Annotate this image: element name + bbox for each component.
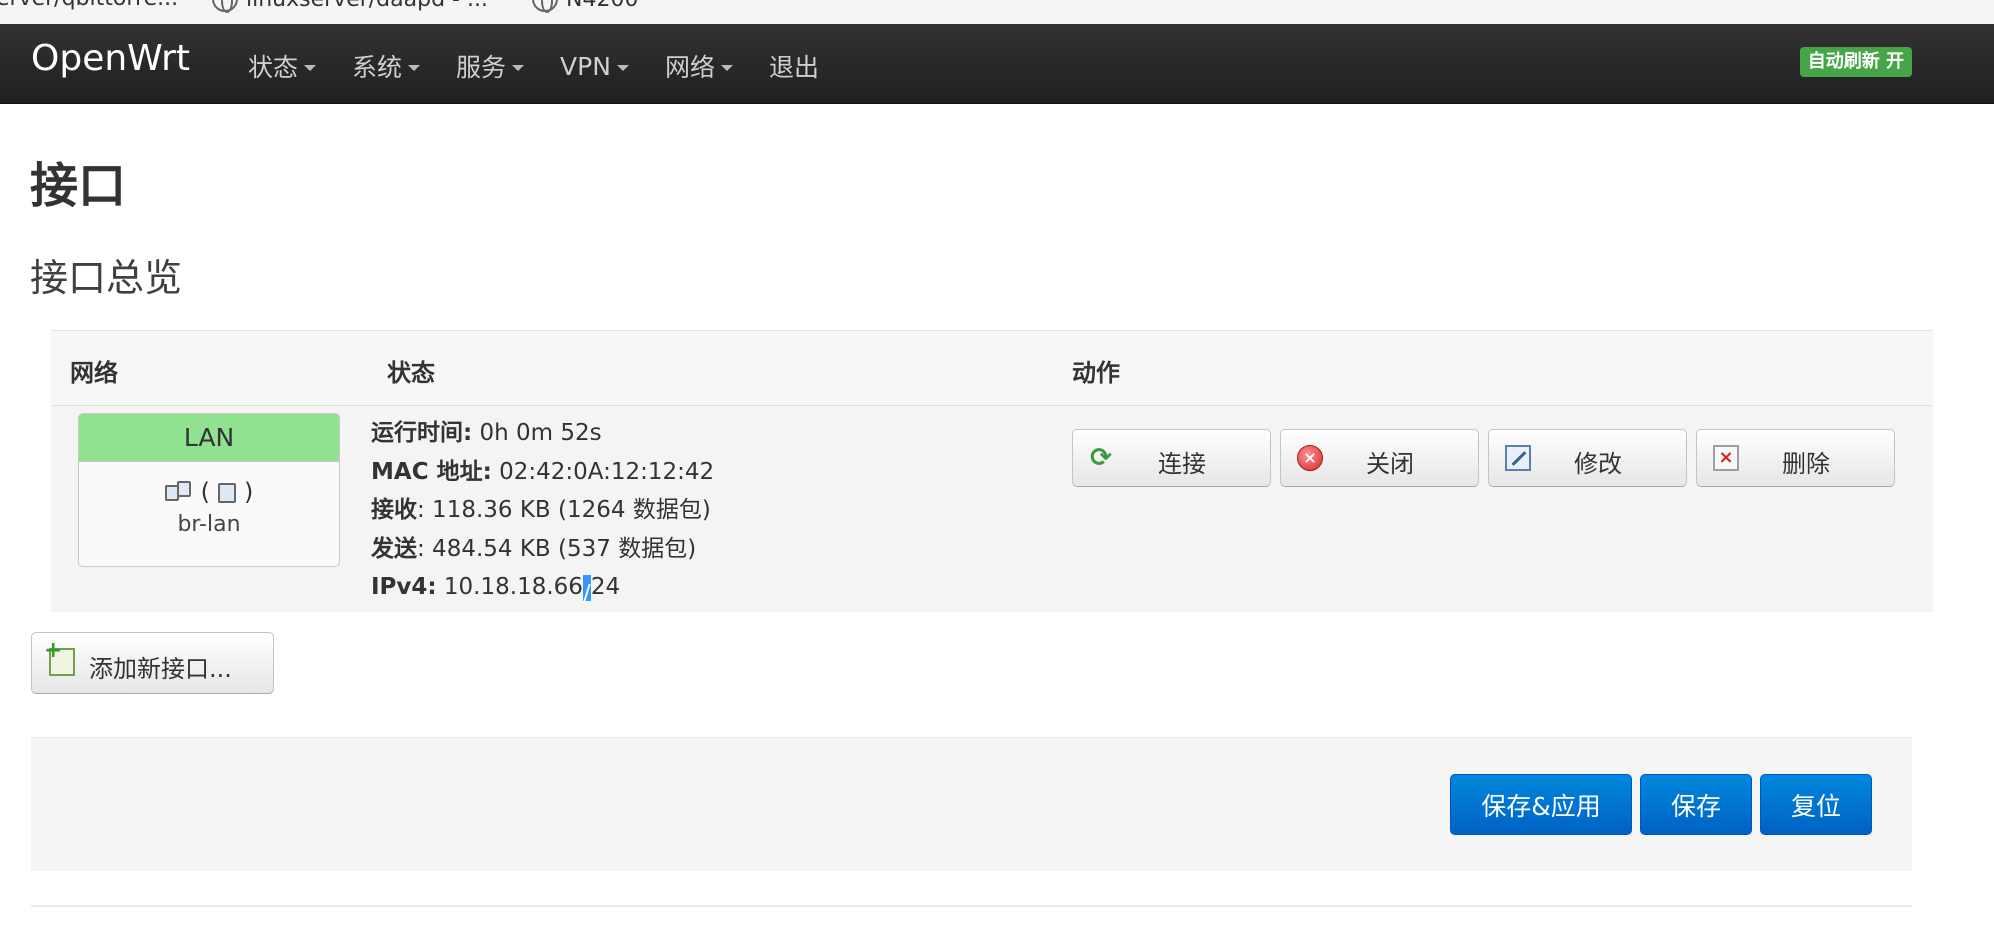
network-badge-lan: LAN ( ) br-lan [78,413,340,567]
caret-down-icon [512,65,525,71]
device-icons: ( ) [79,478,339,506]
main-menu: 状态 系统 服务 VPN 网络 退出 [248,48,855,84]
bookmark-daapd[interactable]: linuxserver/daapd - ... [212,0,488,13]
ipv4-label: IPv4: [371,574,437,600]
bridge-paren: ( [200,478,210,506]
form-actions: 保存&应用 保存 复位 [31,737,1912,871]
interface-status: 运行时间: 0h 0m 52s MAC 地址: 02:42:0A:12:12:4… [371,414,714,607]
bridge-icon [216,479,238,505]
ipv4-prefix: 24 [590,574,621,600]
menu-vpn[interactable]: VPN [560,48,629,84]
rx-value: : 118.36 KB (1264 数据包) [417,497,711,523]
uptime-label: 运行时间: [371,420,473,446]
row-actions: ⟳ 连接 × 关闭 修改 × 删除 [1072,429,1895,487]
caret-down-icon [408,65,421,71]
delete-icon: × [1713,445,1739,471]
globe-icon [212,0,238,13]
bookmark-label: erver/qbittorre... [0,0,178,11]
reload-icon: ⟳ [1090,443,1112,473]
bridge-paren: ) [244,478,254,506]
text-selection: / [582,574,591,607]
mac-label: MAC 地址: [371,458,492,485]
uptime-line: 运行时间: 0h 0m 52s [371,414,714,453]
menu-network[interactable]: 网络 [665,48,733,84]
menu-label: 服务 [456,53,507,82]
button-label: 关闭 [1366,450,1414,478]
caret-down-icon [304,65,317,71]
autorefresh-badge[interactable]: 自动刷新 开 [1799,47,1912,77]
bookmarks-bar: erver/qbittorre... linuxserver/daapd - .… [0,0,1994,24]
menu-services[interactable]: 服务 [456,48,525,84]
save-apply-button[interactable]: 保存&应用 [1450,774,1632,835]
menu-status[interactable]: 状态 [248,48,317,84]
menu-label: 系统 [352,53,403,82]
button-label: 删除 [1782,450,1830,478]
globe-icon [532,0,558,13]
button-label: 连接 [1158,450,1206,478]
interfaces-table: 网络 状态 动作 LAN ( ) br-lan 运行时间: 0h 0m 52s … [51,330,1933,612]
mac-line: MAC 地址: 02:42:0A:12:12:42 [371,453,714,492]
ipv4-line: IPv4: 10.18.18.66/24 [371,568,714,607]
column-header-network: 网络 [70,359,118,387]
add-interface-button[interactable]: 添加新接口... [31,632,274,694]
ipv4-value: 10.18.18.66 [436,574,583,600]
tx-line: 发送: 484.54 KB (537 数据包) [371,530,714,569]
caret-down-icon [616,65,629,71]
bookmark-qbittorrent[interactable]: erver/qbittorre... [0,0,178,11]
rx-line: 接收: 118.36 KB (1264 数据包) [371,491,714,530]
device-name: br-lan [177,512,241,537]
bookmark-label: N4200 [566,0,638,12]
menu-label: 网络 [664,53,715,82]
bookmark-n4200[interactable]: N4200 [532,0,638,13]
edit-icon [1505,445,1531,471]
menu-label: VPN [560,51,611,81]
menu-label: 状态 [248,53,299,82]
menu-logout[interactable]: 退出 [769,48,819,84]
table-header: 网络 状态 动作 [51,331,1933,406]
save-button[interactable]: 保存 [1640,774,1752,835]
divider [31,905,1912,907]
add-icon [44,638,75,676]
tx-label: 发送 [371,535,417,562]
close-circle-icon: × [1297,445,1323,471]
rx-label: 接收 [371,497,417,523]
reset-button[interactable]: 复位 [1760,774,1872,835]
delete-button[interactable]: × 删除 [1696,429,1895,487]
section-title: 接口总览 [30,256,183,300]
table-row: LAN ( ) br-lan 运行时间: 0h 0m 52s MAC 地址: 0… [51,406,1933,612]
top-navbar: OpenWrt 状态 系统 服务 VPN 网络 退出 自动刷新 开 [0,24,1994,104]
edit-button[interactable]: 修改 [1488,429,1687,487]
brand-logo[interactable]: OpenWrt [31,38,190,79]
stop-button[interactable]: × 关闭 [1280,429,1479,487]
bookmark-label: linuxserver/daapd - ... [246,0,488,12]
button-label: 修改 [1574,450,1622,478]
button-label: 添加新接口... [89,655,232,683]
column-header-status: 状态 [387,359,435,387]
ethernet-icon [164,479,195,505]
mac-value: 02:42:0A:12:12:42 [491,458,715,485]
column-header-actions: 动作 [1072,359,1120,387]
connect-button[interactable]: ⟳ 连接 [1072,429,1271,487]
page-title: 接口 [30,158,127,214]
menu-label: 退出 [768,53,819,82]
tx-value: : 484.54 KB (537 数据包) [417,535,697,562]
caret-down-icon [720,65,733,71]
network-name: LAN [79,414,339,462]
menu-system[interactable]: 系统 [352,48,421,84]
uptime-value: 0h 0m 52s [472,420,602,446]
